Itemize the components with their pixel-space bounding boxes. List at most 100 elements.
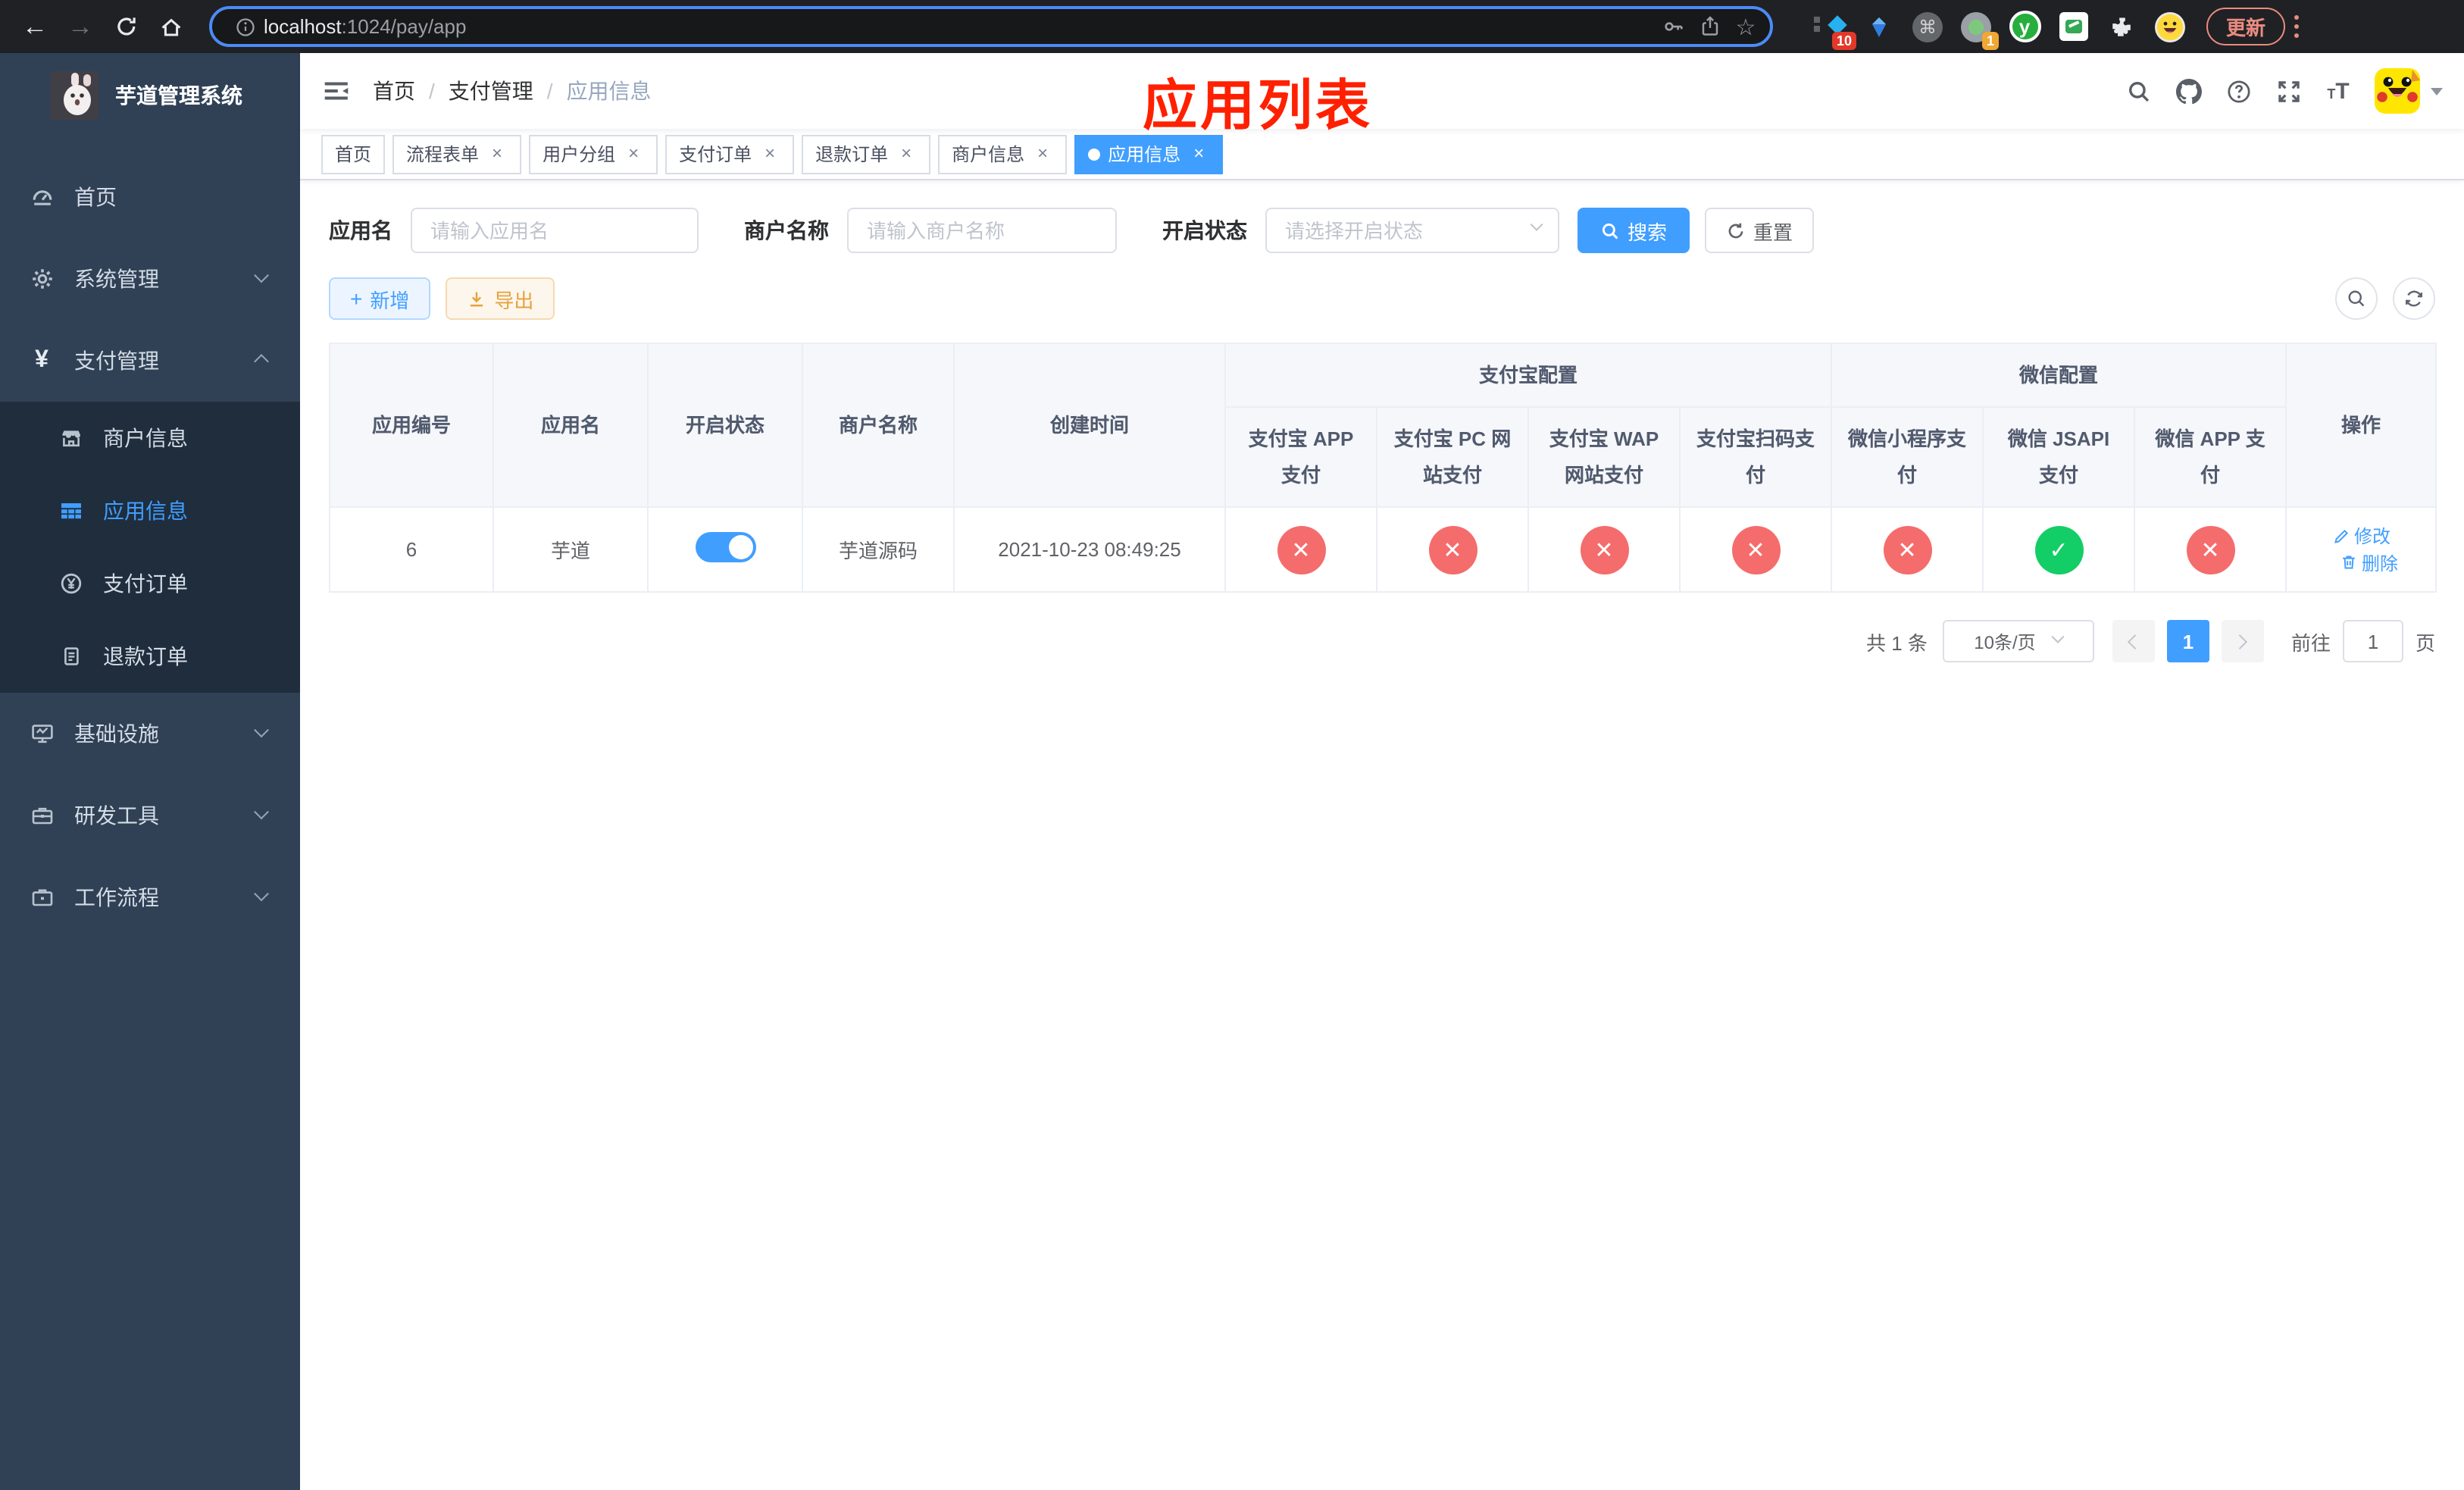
extension-gem-icon[interactable]: [1861, 8, 1897, 45]
help-icon[interactable]: [2217, 70, 2259, 112]
refresh-table-button[interactable]: [2393, 277, 2435, 320]
tab-user-group[interactable]: 用户分组 ×: [529, 134, 658, 174]
navbar-actions: TT: [2109, 68, 2464, 114]
chevron-left-icon: [2128, 634, 2143, 650]
sidebar-item-infrastructure[interactable]: 基础设施: [0, 693, 300, 775]
chevron-down-icon: [2052, 631, 2065, 644]
extension-badge: 10: [1831, 31, 1856, 49]
status-label: 开启状态: [1162, 218, 1247, 243]
share-icon[interactable]: [1691, 8, 1728, 45]
cell-status: [647, 506, 803, 593]
tab-refund-orders[interactable]: 退款订单 ×: [802, 134, 931, 174]
tab-close-icon[interactable]: ×: [759, 142, 780, 164]
next-page-button[interactable]: [2221, 620, 2264, 663]
prev-page-button[interactable]: [2112, 620, 2155, 663]
search-icon[interactable]: [2117, 70, 2159, 112]
active-tab-dot-icon: [1088, 148, 1101, 160]
extension-blue-diamond-icon[interactable]: 10: [1812, 8, 1856, 49]
browser-reload-icon[interactable]: [106, 7, 145, 46]
address-bar[interactable]: localhost:1024/pay/app ☆: [209, 6, 1773, 47]
status-select-input[interactable]: [1265, 208, 1559, 253]
browser-toolbar: ← → localhost:1024/pay/app ☆ 10 ⌘ 1 y 更新: [0, 0, 2464, 53]
search-icon: [1600, 221, 1620, 240]
add-button[interactable]: + 新增: [329, 277, 431, 320]
sidebar-item-payment[interactable]: ¥ 支付管理: [0, 320, 300, 402]
sidebar-item-app-info[interactable]: 应用信息: [0, 474, 300, 547]
tab-process-form[interactable]: 流程表单 ×: [392, 134, 522, 174]
search-button[interactable]: 搜索: [1578, 208, 1690, 253]
page-size-select[interactable]: 10条/页: [1942, 620, 2094, 663]
sidebar-toggle-icon[interactable]: [300, 53, 373, 129]
sidebar-item-pay-orders[interactable]: 支付订单: [0, 547, 300, 620]
user-avatar[interactable]: [2375, 68, 2420, 114]
sidebar-item-label: 应用信息: [103, 499, 188, 523]
extension-y-icon[interactable]: y: [2006, 8, 2043, 45]
tab-pay-orders[interactable]: 支付订单 ×: [665, 134, 795, 174]
status-cross-icon: ✕: [1883, 525, 1932, 574]
sidebar-item-home[interactable]: 首页: [0, 156, 300, 238]
extension-camera-icon[interactable]: 1: [1958, 8, 1999, 49]
bookmark-star-icon[interactable]: ☆: [1728, 8, 1764, 45]
merchant-name-input[interactable]: [847, 208, 1117, 253]
show-search-button[interactable]: [2335, 277, 2378, 320]
gear-icon: [29, 267, 55, 291]
app-name-input[interactable]: [411, 208, 699, 253]
tab-merchant-info[interactable]: 商户信息 ×: [938, 134, 1068, 174]
status-select[interactable]: [1265, 208, 1559, 253]
status-cross-icon: ✕: [1580, 525, 1628, 574]
status-check-icon: ✓: [2034, 525, 2084, 574]
sidebar-item-system[interactable]: 系统管理: [0, 238, 300, 320]
table-toolbar: + 新增 导出: [329, 277, 2435, 320]
cell-alipay-wap: ✕: [1527, 506, 1681, 593]
extension-chat-icon[interactable]: [2055, 8, 2091, 45]
reset-button[interactable]: 重置: [1705, 208, 1815, 253]
delete-link[interactable]: 删除: [2339, 549, 2398, 575]
app-logo: 芋道管理系统: [0, 53, 300, 138]
site-info-icon[interactable]: [227, 8, 264, 45]
extension-badge: 1: [1981, 31, 1999, 49]
tab-close-icon[interactable]: ×: [623, 142, 644, 164]
browser-update-button[interactable]: 更新: [2206, 8, 2286, 45]
browser-back-icon[interactable]: ←: [15, 7, 55, 46]
tab-close-icon[interactable]: ×: [1188, 142, 1209, 164]
cell-created: 2021-10-23 08:49:25: [953, 506, 1226, 593]
total-count: 共 1 条: [1866, 631, 1928, 655]
status-cross-icon: ✕: [1731, 525, 1780, 574]
github-icon[interactable]: [2167, 70, 2209, 112]
fullscreen-icon[interactable]: [2267, 70, 2309, 112]
tab-close-icon[interactable]: ×: [896, 142, 917, 164]
sidebar-item-refund-orders[interactable]: 退款订单: [0, 620, 300, 693]
col-alipay-pc: 支付宝 PC 网站支付: [1376, 406, 1529, 509]
chevron-down-icon: [254, 722, 269, 737]
browser-home-icon[interactable]: [152, 7, 191, 46]
cell-app-id: 6: [329, 506, 494, 593]
avatar-dropdown-caret-icon[interactable]: [2431, 87, 2443, 95]
font-size-icon[interactable]: TT: [2317, 70, 2359, 112]
breadcrumb-home[interactable]: 首页: [373, 76, 415, 106]
password-key-icon[interactable]: [1655, 8, 1691, 45]
edit-link[interactable]: 修改: [2331, 523, 2391, 549]
export-button[interactable]: 导出: [446, 277, 555, 320]
tab-home[interactable]: 首页: [321, 134, 386, 174]
cell-alipay-pc: ✕: [1376, 506, 1529, 593]
tab-close-icon[interactable]: ×: [486, 142, 508, 164]
breadcrumb-payment[interactable]: 支付管理: [449, 76, 533, 106]
sidebar-item-workflow[interactable]: 工作流程: [0, 856, 300, 938]
status-cross-icon: ✕: [1277, 525, 1325, 574]
extension-command-icon[interactable]: ⌘: [1909, 8, 1946, 45]
col-app-id: 应用编号: [329, 342, 494, 509]
browser-menu-icon[interactable]: [2294, 13, 2300, 40]
goto-page-input[interactable]: [2342, 620, 2403, 663]
sidebar-item-merchant-info[interactable]: 商户信息: [0, 402, 300, 474]
col-app-name: 应用名: [492, 342, 649, 509]
page-number-button[interactable]: 1: [2166, 620, 2209, 663]
status-cross-icon: ✕: [2186, 525, 2235, 574]
extensions-puzzle-icon[interactable]: [2103, 8, 2140, 45]
url-text: localhost:1024/pay/app: [264, 15, 467, 38]
sidebar-item-dev-tools[interactable]: 研发工具: [0, 775, 300, 856]
browser-forward-icon: →: [67, 11, 93, 40]
profile-avatar[interactable]: [2152, 8, 2188, 45]
sidebar-item-label: 工作流程: [74, 885, 159, 909]
status-toggle[interactable]: [695, 532, 755, 563]
tab-close-icon[interactable]: ×: [1032, 142, 1053, 164]
